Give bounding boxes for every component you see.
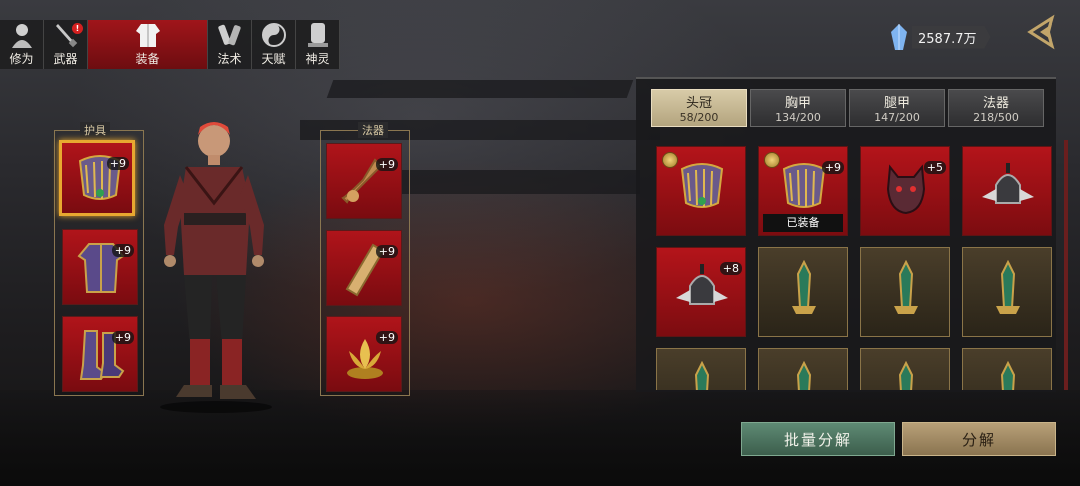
jade-blade-icon — [1000, 361, 1016, 390]
jade-blade-icon — [894, 260, 918, 314]
back-button[interactable] — [1022, 12, 1062, 52]
inventory-item[interactable]: +8 — [656, 247, 746, 337]
level-badge: +9 — [821, 161, 844, 174]
inventory-item[interactable] — [962, 247, 1052, 337]
category-tab-artifact[interactable]: 法器 218/500 — [948, 89, 1044, 127]
tab-label: 修为 — [9, 52, 34, 66]
tab-label: 法术 — [217, 52, 242, 66]
category-name: 头冠 — [685, 96, 712, 111]
spell-icon — [217, 22, 243, 48]
tab-talent[interactable]: 天赋 — [252, 20, 296, 69]
armor-slot-boots[interactable]: +9 — [62, 316, 138, 392]
level-badge: +9 — [106, 157, 129, 170]
back-arrow-icon — [1027, 14, 1055, 50]
level-badge: +9 — [375, 245, 398, 258]
tab-weapon[interactable]: ! 武器 — [44, 20, 88, 69]
background-roof — [380, 170, 640, 194]
tab-label: 天赋 — [261, 52, 286, 66]
category-count: 58/200 — [679, 111, 719, 124]
artifact-slot-1[interactable]: +9 — [326, 143, 402, 219]
winged-helmet-icon — [982, 163, 1034, 204]
alert-badge: ! — [72, 23, 83, 34]
inventory-grid: +9 已装备 +5 +8 — [656, 146, 1052, 390]
category-count: 147/200 — [874, 111, 920, 124]
inventory-item[interactable]: +9 已装备 — [758, 146, 848, 236]
category-name: 胸甲 — [784, 96, 811, 111]
deity-icon — [305, 22, 331, 48]
inventory-item[interactable] — [860, 348, 950, 390]
category-tab-chest[interactable]: 胸甲 134/200 — [750, 89, 846, 127]
background-roof — [326, 80, 634, 98]
inventory-item[interactable] — [962, 146, 1052, 236]
equipment-icon — [135, 22, 161, 48]
jade-blade-icon — [796, 361, 812, 390]
tab-spell[interactable]: 法术 — [208, 20, 252, 69]
jade-blade-icon — [898, 361, 914, 390]
artifact-column-label: 法器 — [358, 122, 388, 138]
category-tab-head[interactable]: 头冠 58/200 — [651, 89, 747, 127]
level-badge: +9 — [375, 158, 398, 171]
jade-blade-icon — [694, 361, 710, 390]
currency-amount: 2587.7万 — [912, 25, 991, 49]
armor-slot-head[interactable]: +9 — [59, 140, 135, 216]
cultivation-icon — [9, 22, 35, 48]
tab-label: 神灵 — [305, 52, 330, 66]
jade-blade-icon — [996, 260, 1020, 314]
inventory-item[interactable] — [758, 348, 848, 390]
tab-equipment[interactable]: 装备 — [88, 20, 208, 69]
level-badge: +8 — [719, 262, 742, 275]
decompose-button[interactable]: 分解 — [902, 422, 1056, 456]
talent-icon — [261, 22, 287, 48]
tab-deity[interactable]: 神灵 — [296, 20, 340, 69]
category-count: 218/500 — [973, 111, 1019, 124]
category-count: 134/200 — [775, 111, 821, 124]
inventory-item[interactable] — [758, 247, 848, 337]
inventory-item[interactable] — [860, 247, 950, 337]
level-badge: +5 — [923, 161, 946, 174]
artifact-slot-2[interactable]: +9 — [326, 230, 402, 306]
armor-slot-chest[interactable]: +9 — [62, 229, 138, 305]
equipped-tag: 已装备 — [763, 214, 843, 232]
crystal-icon — [890, 24, 908, 50]
level-badge: +9 — [375, 331, 398, 344]
batch-decompose-button[interactable]: 批量分解 — [741, 422, 895, 456]
player-character — [150, 115, 280, 415]
inventory-scrollbar[interactable] — [1064, 140, 1068, 390]
level-badge: +9 — [111, 244, 134, 257]
tab-label: 武器 — [53, 52, 78, 66]
inventory-item[interactable] — [656, 146, 746, 236]
artifact-slot-3[interactable]: +9 — [326, 316, 402, 392]
inventory-item[interactable]: +5 — [860, 146, 950, 236]
currency-display: 2587.7万 — [890, 24, 991, 50]
level-badge: +9 — [111, 331, 134, 344]
category-tabs: 头冠 58/200 胸甲 134/200 腿甲 147/200 法器 218/5… — [651, 89, 1044, 127]
crown-icon — [680, 163, 724, 208]
tab-label: 装备 — [135, 52, 160, 66]
inventory-item[interactable] — [962, 348, 1052, 390]
main-tab-bar: 修为 ! 武器 装备 法术 天赋 神灵 — [0, 20, 340, 69]
armor-column-label: 护具 — [80, 122, 110, 138]
jade-blade-icon — [792, 260, 816, 314]
category-name: 腿甲 — [883, 96, 910, 111]
tab-cultivation[interactable]: 修为 — [0, 20, 44, 69]
category-tab-legs[interactable]: 腿甲 147/200 — [849, 89, 945, 127]
inventory-item[interactable] — [656, 348, 746, 390]
category-name: 法器 — [982, 96, 1009, 111]
